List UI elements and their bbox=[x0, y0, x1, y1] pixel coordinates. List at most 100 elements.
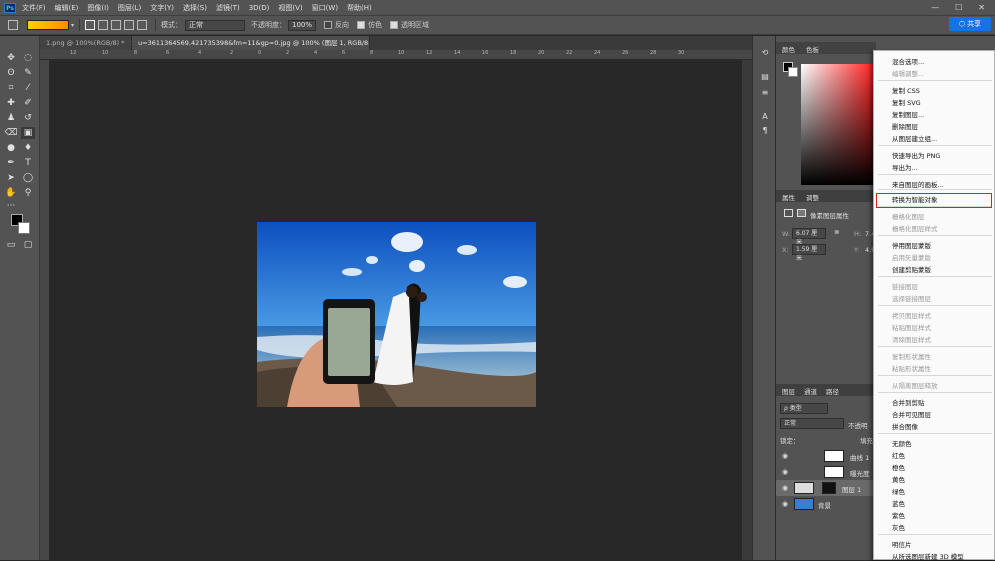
context-menu-item[interactable]: 复制 CSS bbox=[892, 85, 920, 95]
menu-edit[interactable]: 编辑(E) bbox=[55, 3, 79, 13]
pen-tool-icon[interactable]: ✒ bbox=[4, 157, 18, 169]
adjust-panel-icon[interactable]: ▤ bbox=[758, 72, 772, 84]
link-icon[interactable]: ⊗ bbox=[834, 228, 839, 236]
angle-gradient-icon[interactable] bbox=[111, 20, 122, 30]
layer-row[interactable]: ◉ 曝光度 bbox=[776, 464, 874, 480]
vertical-scrollbar[interactable] bbox=[742, 60, 752, 560]
menu-3d[interactable]: 3D(D) bbox=[249, 4, 270, 12]
history-brush-tool-icon[interactable]: ↺ bbox=[21, 112, 35, 124]
context-menu-item[interactable]: 灰色 bbox=[892, 522, 905, 532]
blur-tool-icon[interactable]: ● bbox=[4, 142, 18, 154]
eye-icon[interactable]: ◉ bbox=[782, 500, 788, 508]
gradient-preview[interactable] bbox=[27, 20, 69, 30]
eye-icon[interactable]: ◉ bbox=[782, 484, 788, 492]
clone-stamp-tool-icon[interactable]: ♟ bbox=[4, 112, 18, 124]
tab-swatches[interactable]: 色板 bbox=[806, 44, 819, 54]
context-menu-item[interactable]: 从图层建立组... bbox=[892, 133, 937, 143]
eraser-tool-icon[interactable]: ⌫ bbox=[4, 127, 18, 139]
mode-select[interactable]: 正常 bbox=[185, 19, 246, 31]
path-select-tool-icon[interactable]: ➤ bbox=[4, 172, 18, 184]
menu-layer[interactable]: 图层(L) bbox=[118, 3, 141, 13]
context-menu-item[interactable]: 紫色 bbox=[892, 510, 905, 520]
menu-filter[interactable]: 滤镜(T) bbox=[216, 3, 240, 13]
context-menu-item[interactable]: 快速导出为 PNG bbox=[892, 150, 940, 160]
chevron-down-icon[interactable]: ▾ bbox=[71, 22, 74, 29]
context-menu-item[interactable]: 橙色 bbox=[892, 462, 905, 472]
context-menu-item[interactable]: 黄色 bbox=[892, 474, 905, 484]
reverse-checkbox[interactable] bbox=[324, 21, 333, 29]
marquee-tool-icon[interactable]: ◌ bbox=[21, 52, 35, 64]
context-menu-item[interactable]: 无颜色 bbox=[892, 438, 912, 448]
tab-adjustments[interactable]: 调整 bbox=[806, 192, 819, 202]
layer-filter-select[interactable]: ρ 类型 bbox=[780, 403, 828, 414]
quick-select-tool-icon[interactable]: ✎ bbox=[21, 67, 35, 79]
context-menu-item[interactable]: 混合选项... bbox=[892, 56, 924, 66]
menu-file[interactable]: 文件(F) bbox=[22, 3, 46, 13]
context-menu-item[interactable]: 复制图层... bbox=[892, 109, 924, 119]
type-tool-icon[interactable]: T bbox=[21, 157, 35, 169]
tab-channels[interactable]: 通道 bbox=[804, 386, 817, 396]
menu-help[interactable]: 帮助(H) bbox=[347, 3, 372, 13]
color-picker-field[interactable] bbox=[801, 64, 876, 185]
tab-color[interactable]: 颜色 bbox=[782, 44, 795, 54]
sliders-panel-icon[interactable]: ≡ bbox=[758, 88, 772, 100]
diamond-gradient-icon[interactable] bbox=[137, 20, 148, 30]
context-menu-item[interactable]: 拼合图像 bbox=[892, 421, 918, 431]
share-button[interactable]: ⬡ 共享 bbox=[949, 17, 991, 31]
context-menu-item[interactable]: 导出为... bbox=[892, 162, 918, 172]
eye-icon[interactable]: ◉ bbox=[782, 452, 788, 460]
tab-document-1[interactable]: 1.png @ 100%(RGB/8) *× bbox=[40, 36, 132, 50]
layer-row-selected[interactable]: ◉ 图层 1 bbox=[776, 480, 874, 496]
maximize-button[interactable]: ☐ bbox=[955, 3, 962, 12]
crop-tool-icon[interactable]: ⌗ bbox=[4, 82, 18, 94]
context-menu-item[interactable]: 明信片 bbox=[892, 539, 912, 549]
context-menu-item[interactable]: 蓝色 bbox=[892, 498, 905, 508]
context-menu-item[interactable]: 创建剪贴蒙版 bbox=[892, 264, 931, 274]
eyedropper-tool-icon[interactable]: ⁄ bbox=[21, 82, 35, 94]
healing-brush-tool-icon[interactable]: ✚ bbox=[4, 97, 18, 109]
screen-mode-icon[interactable]: ▢ bbox=[21, 239, 35, 251]
menu-window[interactable]: 窗口(W) bbox=[312, 3, 338, 13]
lasso-tool-icon[interactable]: ʘ bbox=[4, 67, 18, 79]
context-menu-item[interactable]: 复制 SVG bbox=[892, 97, 921, 107]
menu-image[interactable]: 图像(I) bbox=[87, 3, 109, 13]
minimize-button[interactable]: — bbox=[931, 3, 939, 12]
layer-row[interactable]: ◉ 曲线 1 bbox=[776, 448, 874, 464]
context-menu-item[interactable]: 绿色 bbox=[892, 486, 905, 496]
layer-row[interactable]: ◉ 背景 bbox=[776, 496, 874, 512]
context-menu-item[interactable]: 来自图层的画板... bbox=[892, 179, 944, 189]
paragraph-panel-icon[interactable]: ¶ bbox=[758, 126, 772, 138]
tab-properties[interactable]: 属性 bbox=[782, 192, 795, 202]
hand-tool-icon[interactable]: ✋ bbox=[4, 187, 18, 199]
menu-type[interactable]: 文字(Y) bbox=[150, 3, 174, 13]
opacity-input[interactable]: 100% bbox=[288, 19, 317, 31]
blend-mode-select[interactable]: 正常 bbox=[780, 418, 844, 429]
tab-layers[interactable]: 图层 bbox=[782, 386, 795, 396]
context-menu-item[interactable]: 删除图层 bbox=[892, 121, 918, 131]
shape-tool-icon[interactable]: ◯ bbox=[21, 172, 35, 184]
context-menu-item[interactable]: 红色 bbox=[892, 450, 905, 460]
document-image[interactable] bbox=[257, 222, 536, 407]
history-panel-icon[interactable]: ⟲ bbox=[758, 48, 772, 60]
tab-document-2[interactable]: u=3611364569,421735398&fm=11&gp=0.jpg @ … bbox=[132, 36, 370, 50]
menu-select[interactable]: 选择(S) bbox=[183, 3, 207, 13]
background-color-chip[interactable] bbox=[788, 67, 798, 77]
tab-paths[interactable]: 路径 bbox=[826, 386, 839, 396]
radial-gradient-icon[interactable] bbox=[98, 20, 109, 30]
context-menu-item[interactable]: 停用图层蒙版 bbox=[892, 240, 931, 250]
reflected-gradient-icon[interactable] bbox=[124, 20, 135, 30]
quick-mask-icon[interactable]: ▭ bbox=[4, 239, 18, 251]
transparency-checkbox[interactable] bbox=[390, 21, 399, 29]
context-menu-item[interactable]: 合并可见图层 bbox=[892, 409, 931, 419]
width-input[interactable]: 6.07 厘米 bbox=[792, 228, 826, 246]
mask-icon[interactable] bbox=[797, 209, 806, 217]
gradient-tool-preset-icon[interactable] bbox=[8, 20, 18, 30]
x-input[interactable]: 1.59 厘米 bbox=[792, 244, 826, 262]
character-panel-icon[interactable]: A bbox=[758, 112, 772, 124]
menu-view[interactable]: 视图(V) bbox=[278, 3, 302, 13]
zoom-tool-icon[interactable]: ⚲ bbox=[21, 187, 35, 199]
layer-mask-thumbnail[interactable] bbox=[822, 482, 836, 494]
brush-tool-icon[interactable]: ✐ bbox=[21, 97, 35, 109]
move-tool-icon[interactable]: ✥ bbox=[4, 52, 18, 64]
dodge-tool-icon[interactable]: ♦ bbox=[21, 142, 35, 154]
